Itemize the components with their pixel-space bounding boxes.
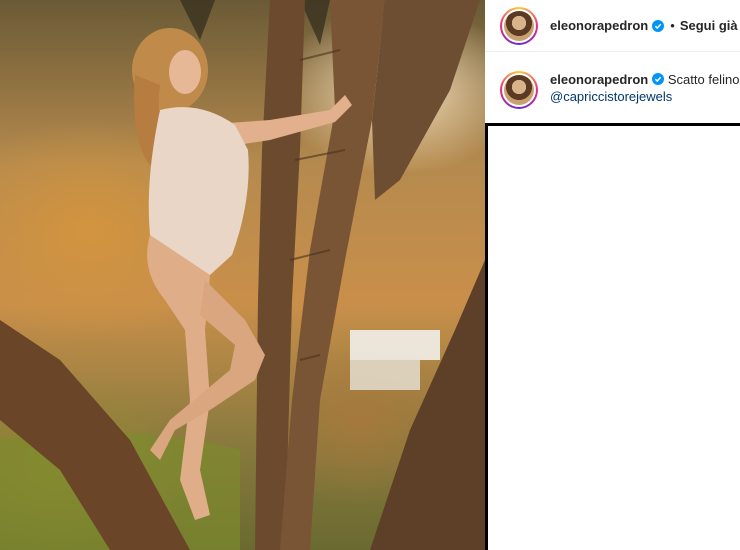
- avatar[interactable]: [500, 6, 538, 45]
- photo-illustration: [0, 0, 485, 550]
- separator-dot: •: [670, 18, 675, 33]
- caption-avatar-image: [504, 75, 534, 105]
- caption-avatar[interactable]: [500, 71, 538, 109]
- caption-body: Scatto felino: [667, 72, 740, 87]
- caption-mention-link[interactable]: @capriccistorejewels: [550, 88, 739, 105]
- avatar-image: [504, 10, 534, 41]
- following-button[interactable]: Segui già: [680, 18, 738, 33]
- caption-text: eleonorapedron Scatto felino @capriccist…: [550, 71, 739, 105]
- post-photo[interactable]: [0, 0, 485, 550]
- caption-author-link[interactable]: eleonorapedron: [550, 72, 648, 87]
- post-header: eleonorapedron • Segui già: [485, 0, 740, 52]
- comments-area: [485, 123, 740, 550]
- post-side-panel: eleonorapedron • Segui già eleonorapedro…: [485, 0, 740, 550]
- caption: eleonorapedron Scatto felino @capriccist…: [485, 53, 740, 123]
- caption-verified-badge-icon: [652, 73, 665, 85]
- username-link[interactable]: eleonorapedron: [550, 18, 648, 33]
- verified-badge-icon: [652, 19, 665, 32]
